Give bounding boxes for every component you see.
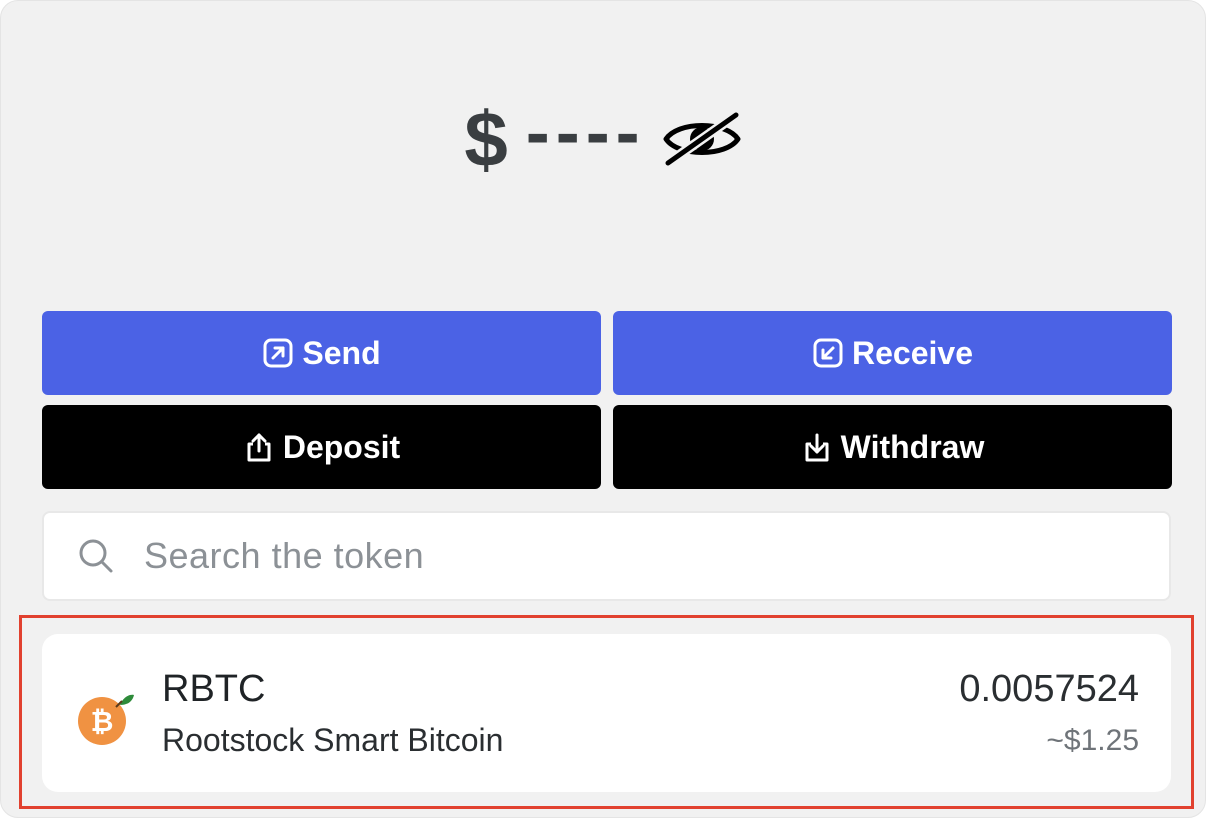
arrow-down-left-box-icon: [813, 338, 843, 368]
currency-symbol: $: [464, 95, 508, 183]
wallet-panel: $ ---- Send Receive Deposit Withdraw Sea…: [0, 0, 1206, 818]
receive-button[interactable]: Receive: [613, 311, 1172, 395]
download-icon: [805, 433, 829, 462]
receive-label: Receive: [852, 334, 973, 371]
withdraw-label: Withdraw: [840, 428, 985, 465]
withdraw-button[interactable]: Withdraw: [613, 405, 1172, 489]
token-search-box: [42, 511, 1171, 601]
eye-slash-icon[interactable]: [660, 109, 744, 169]
search-input[interactable]: [142, 534, 1046, 578]
balance-display: $ ----: [1, 89, 1206, 189]
arrow-up-right-box-icon: [263, 338, 293, 368]
balance-amount: ----: [525, 93, 646, 173]
bitcoin-orange-icon: ₿: [78, 694, 134, 745]
token-name: Rootstock Smart Bitcoin: [162, 722, 504, 758]
upload-icon: [247, 433, 271, 462]
send-label: Send: [302, 334, 381, 371]
send-button[interactable]: Send: [42, 311, 601, 395]
token-balance: 0.0057524: [959, 668, 1139, 710]
token-symbol: RBTC: [162, 668, 266, 710]
token-fiat-value: ~$1.25: [1046, 724, 1139, 757]
deposit-button[interactable]: Deposit: [42, 405, 601, 489]
deposit-label: Deposit: [282, 428, 401, 465]
token-list-item[interactable]: ₿ RBTC Rootstock Smart Bitcoin 0.0057524…: [42, 634, 1171, 792]
search-icon: [79, 539, 113, 573]
svg-text:₿: ₿: [91, 705, 114, 738]
